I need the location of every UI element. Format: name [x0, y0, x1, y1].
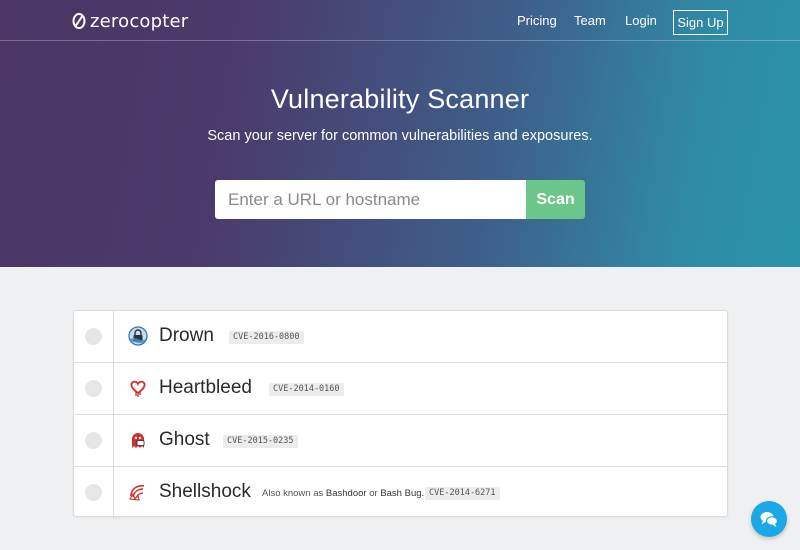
status-cell	[74, 311, 114, 362]
scan-button[interactable]: Scan	[526, 180, 585, 219]
status-indicator	[85, 432, 102, 449]
signup-button[interactable]: Sign Up	[673, 10, 728, 35]
shell-icon	[129, 485, 145, 501]
cve-badge: CVE-2014-0160	[269, 383, 344, 396]
brand-logo[interactable]: zerocopter	[72, 10, 188, 32]
vulnerability-name: Heartbleed	[159, 377, 252, 398]
vulnerability-row-heartbleed[interactable]: Heartbleed CVE-2014-0160	[74, 363, 727, 415]
vulnerability-name: Drown	[159, 325, 214, 346]
cve-badge: CVE-2015-0235	[223, 435, 298, 448]
top-navigation: zerocopter Pricing Team Login Sign Up	[0, 0, 800, 41]
aka-prefix: Also known as	[262, 488, 324, 499]
nav-link-pricing[interactable]: Pricing	[517, 13, 557, 28]
aka-name-bashdoor: Bashdoor	[325, 488, 367, 499]
status-indicator	[85, 328, 102, 345]
chat-button[interactable]	[751, 501, 787, 537]
nav-link-team[interactable]: Team	[574, 13, 606, 28]
ghost-icon	[132, 433, 145, 448]
padlock-icon	[128, 326, 148, 346]
vulnerability-name: Ghost	[159, 429, 210, 450]
page-subtitle: Scan your server for common vulnerabilit…	[207, 128, 593, 144]
page-title: Vulnerability Scanner	[270, 84, 530, 114]
hero-banner: zerocopter Pricing Team Login Sign Up Vu…	[0, 0, 800, 267]
aka-joiner: or	[369, 488, 378, 499]
status-cell	[74, 467, 114, 519]
vulnerability-row-ghost[interactable]: Ghost CVE-2015-0235	[74, 415, 727, 467]
bleeding-heart-icon	[130, 380, 146, 397]
vulnerability-row-drown[interactable]: Drown CVE-2016-0800	[74, 311, 727, 363]
nav-link-login[interactable]: Login	[625, 13, 657, 28]
brand-name: zerocopter	[90, 10, 189, 32]
url-search-input[interactable]	[215, 180, 526, 219]
cve-badge: CVE-2014-6271	[425, 487, 500, 500]
vulnerability-row-shellshock[interactable]: Shellshock Also known as Bashdoor or Bas…	[74, 467, 727, 519]
also-known-as-note: Also known as Bashdoor or Bash Bug.	[262, 488, 424, 499]
status-indicator	[85, 380, 102, 397]
chat-bubbles-icon	[760, 512, 779, 527]
status-indicator	[85, 484, 102, 501]
cve-badge: CVE-2016-0800	[229, 331, 304, 344]
vulnerability-list: Drown CVE-2016-0800 Heartbleed CVE-2014-…	[73, 310, 728, 519]
status-cell	[74, 363, 114, 414]
vulnerability-name: Shellshock	[159, 481, 251, 502]
status-cell	[74, 415, 114, 466]
aka-name-bash-bug: Bash Bug.	[380, 488, 425, 499]
slashed-circle-icon	[72, 13, 86, 29]
